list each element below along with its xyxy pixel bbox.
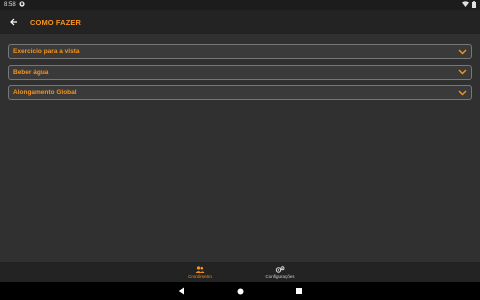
system-home-button[interactable] (237, 288, 244, 295)
system-back-button[interactable] (178, 287, 185, 295)
back-button[interactable] (0, 10, 28, 34)
triangle-back-icon (178, 287, 184, 295)
battery-icon (472, 0, 476, 10)
chevron-down-icon (457, 48, 467, 55)
nav-item-label: Configurações (265, 273, 295, 279)
accordion-item-label: Beber água (13, 68, 49, 76)
accordion-item-label: Exercicio para a vista (13, 48, 80, 55)
arrow-left-icon (10, 18, 17, 26)
chevron-down-icon (457, 69, 467, 76)
accordion-item-label: Alongamento Global (13, 89, 77, 96)
notification-icon (19, 1, 25, 9)
bottom-navigation: Cronômetro Configurações (0, 262, 480, 282)
people-icon (195, 265, 205, 273)
page-title: COMO FAZER (30, 17, 81, 27)
status-bar: 8:58 (0, 0, 480, 10)
chevron-down-icon (457, 89, 467, 96)
circle-home-icon (237, 288, 244, 294)
nav-item-configuracoes[interactable]: Configurações (260, 262, 300, 282)
app-bar: COMO FAZER (0, 10, 480, 34)
nav-item-label: Cronômetro (188, 273, 212, 279)
accordion-item-alongamento[interactable]: Alongamento Global (8, 85, 472, 100)
nav-item-cronometro[interactable]: Cronômetro (180, 262, 220, 282)
system-recents-button[interactable] (296, 288, 302, 294)
accordion-item-beber-agua[interactable]: Beber água (8, 64, 472, 80)
accordion-item-exercicio[interactable]: Exercicio para a vista (8, 44, 472, 59)
wifi-icon (462, 1, 469, 9)
accordion-list: Exercicio para a vista Beber água Alonga… (8, 44, 472, 106)
system-navigation-bar (0, 282, 480, 300)
gears-icon (275, 265, 285, 273)
square-recents-icon (296, 288, 302, 294)
status-time: 8:58 (4, 2, 16, 8)
